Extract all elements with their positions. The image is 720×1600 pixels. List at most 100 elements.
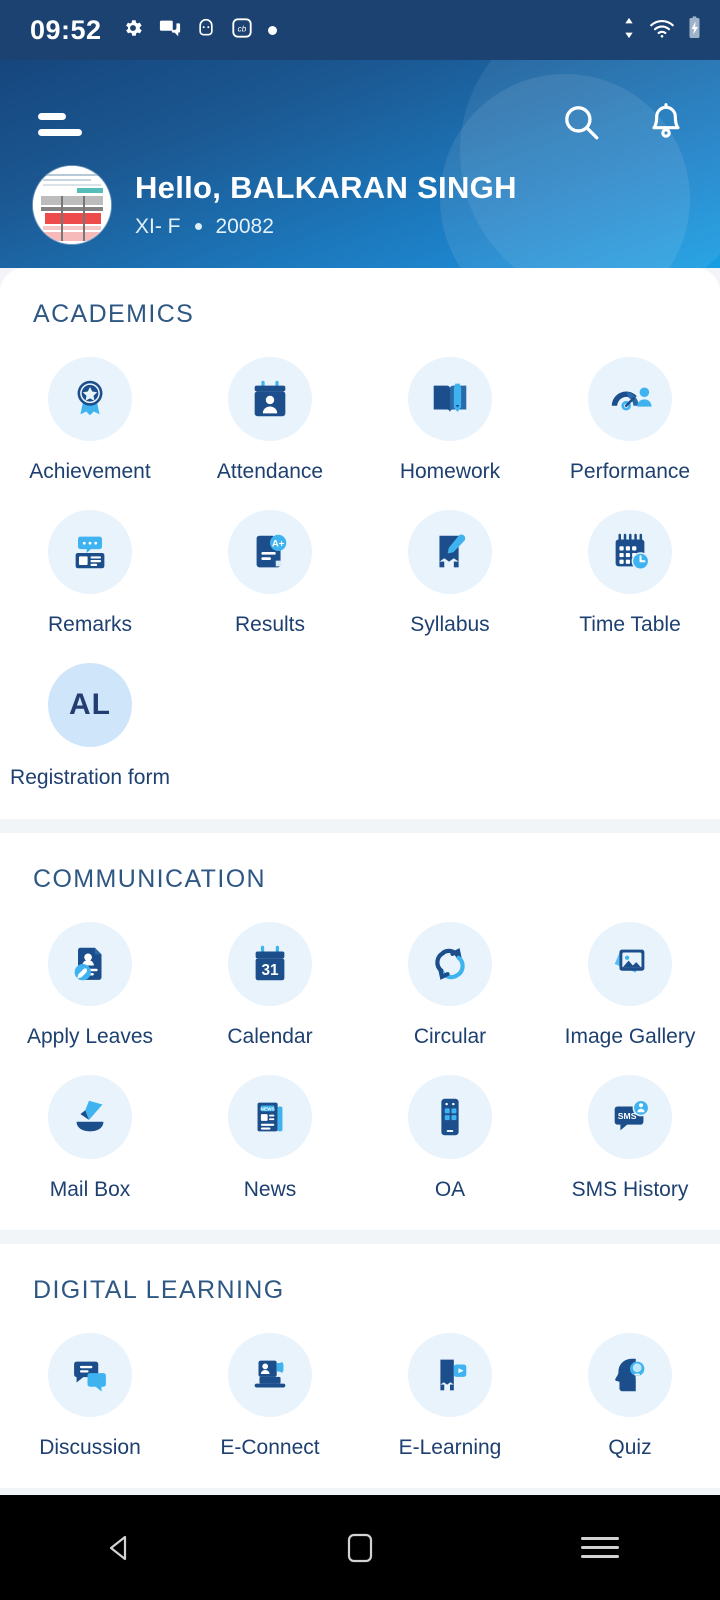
tile-calendar[interactable]: 31 Calendar	[180, 900, 360, 1049]
tile-achievement[interactable]: Achievement	[0, 335, 180, 484]
tile-registration-form[interactable]: AL Registration form	[0, 641, 180, 790]
section-communication: COMMUNICATION Apply Leaves 31 Calendar C…	[0, 832, 720, 1230]
section-divider	[0, 818, 720, 833]
android-navigation-bar	[0, 1495, 720, 1600]
head-bulb-icon	[588, 1332, 672, 1417]
tile-mail-box[interactable]: Mail Box	[0, 1053, 180, 1202]
tile-performance[interactable]: Performance	[540, 335, 720, 484]
tile-homework[interactable]: Homework	[360, 335, 540, 484]
tile-news[interactable]: NEWS News	[180, 1053, 360, 1202]
student-id: 20082	[215, 214, 274, 238]
tile-oa[interactable]: OA	[360, 1053, 540, 1202]
speedometer-person-icon	[588, 357, 672, 441]
user-summary: Hello, BALKARAN SINGH XI- F 20082	[0, 152, 720, 244]
comment-card-icon	[48, 510, 132, 595]
recents-button[interactable]	[545, 1531, 655, 1564]
book-play-icon	[408, 1332, 492, 1417]
tile-label: Apply Leaves	[26, 1024, 154, 1048]
data-transfer-icon	[621, 17, 637, 44]
class-section: XI- F	[135, 214, 181, 238]
header-actions	[560, 101, 686, 148]
tile-label: Remarks	[47, 613, 132, 637]
chat-bubbles-icon	[48, 1332, 132, 1417]
tile-remarks[interactable]: Remarks	[0, 488, 180, 637]
app-header: Hello, BALKARAN SINGH XI- F 20082	[0, 60, 720, 290]
tile-label: Circular	[413, 1024, 487, 1048]
mobile-app-icon	[408, 1074, 492, 1159]
page-title: Hello, BALKARAN SINGH	[135, 170, 517, 206]
leave-request-icon	[48, 921, 132, 1006]
tile-e-learning[interactable]: E-Learning	[360, 1311, 540, 1460]
communication-grid: Apply Leaves 31 Calendar Circular Image …	[0, 900, 720, 1202]
battery-charging-icon	[687, 15, 702, 45]
dot-icon	[267, 25, 277, 35]
tile-label: E-Learning	[398, 1435, 502, 1459]
section-divider	[0, 1229, 720, 1244]
mail-boat-icon	[48, 1074, 132, 1159]
academics-grid: Achievement Attendance Homework Performa…	[0, 335, 720, 791]
tile-results[interactable]: A+ Results	[180, 488, 360, 637]
svg-text:SMS: SMS	[618, 1111, 637, 1121]
cb-badge-icon: cb	[231, 17, 253, 44]
photo-stack-icon	[588, 921, 672, 1006]
tile-label: Attendance	[216, 460, 324, 483]
tile-sms-history[interactable]: SMS SMS History	[540, 1053, 720, 1202]
medal-ribbon-icon	[48, 357, 132, 441]
book-pen-icon	[408, 510, 492, 595]
dashboard-scroll-area[interactable]: ACADEMICS Achievement Attendance Homewor…	[0, 268, 720, 1600]
calendar-clock-icon	[588, 510, 672, 595]
bell-icon[interactable]	[646, 102, 686, 147]
header-toolbar	[0, 60, 720, 152]
sms-bubble-icon: SMS	[588, 1074, 672, 1159]
android-head-icon	[196, 17, 216, 44]
chat-bubbles-icon	[159, 17, 181, 44]
tile-label: OA	[434, 1177, 466, 1201]
tile-discussion[interactable]: Discussion	[0, 1311, 180, 1460]
video-laptop-icon	[228, 1332, 312, 1417]
tile-label: Results	[234, 613, 306, 637]
tile-label: Performance	[569, 460, 691, 483]
tile-circular[interactable]: Circular	[360, 900, 540, 1049]
tile-label: E-Connect	[220, 1435, 320, 1459]
digital-learning-grid: Discussion E-Connect E-Learning Quiz	[0, 1311, 720, 1460]
avatar[interactable]	[33, 166, 111, 244]
tile-label: Syllabus	[410, 613, 490, 637]
svg-text:A+: A+	[272, 539, 285, 550]
svg-text:31: 31	[261, 962, 279, 979]
status-bar-notification-icons: cb	[122, 17, 277, 44]
back-button[interactable]	[65, 1531, 175, 1565]
section-academics: ACADEMICS Achievement Attendance Homewor…	[0, 268, 720, 819]
home-button[interactable]	[305, 1533, 415, 1563]
tile-time-table[interactable]: Time Table	[540, 488, 720, 637]
section-title-digital-learning: DIGITAL LEARNING	[33, 1275, 285, 1304]
tile-label: Mail Box	[49, 1177, 131, 1201]
hamburger-menu-icon[interactable]	[38, 112, 84, 136]
tile-label: Achievement	[29, 460, 151, 483]
tile-label: News	[243, 1177, 297, 1201]
tile-attendance[interactable]: Attendance	[180, 335, 360, 484]
tile-syllabus[interactable]: Syllabus	[360, 488, 540, 637]
gear-icon	[122, 17, 144, 44]
wifi-icon	[649, 17, 675, 44]
initials-avatar: AL	[48, 663, 132, 748]
tile-label: Quiz	[608, 1435, 652, 1459]
tile-label: Registration form	[10, 766, 170, 790]
user-text-block: Hello, BALKARAN SINGH XI- F 20082	[135, 171, 517, 238]
tile-label: Image Gallery	[564, 1024, 696, 1048]
section-title-academics: ACADEMICS	[33, 300, 195, 328]
refresh-circular-icon	[408, 921, 492, 1006]
svg-text:cb: cb	[237, 24, 246, 33]
svg-text:NEWS: NEWS	[260, 1106, 274, 1112]
search-icon[interactable]	[560, 101, 602, 148]
tile-apply-leaves[interactable]: Apply Leaves	[0, 900, 180, 1049]
status-bar-clock: 09:52	[30, 14, 102, 45]
tile-quiz[interactable]: Quiz	[540, 1311, 720, 1460]
tile-label: Homework	[399, 460, 501, 483]
meta-separator-dot	[194, 223, 202, 231]
calendar-person-icon	[228, 357, 312, 441]
tile-image-gallery[interactable]: Image Gallery	[540, 900, 720, 1049]
user-meta: XI- F 20082	[135, 215, 517, 239]
tile-label: SMS History	[571, 1177, 689, 1201]
tile-e-connect[interactable]: E-Connect	[180, 1311, 360, 1460]
section-digital-learning: DIGITAL LEARNING Discussion E-Connect E-…	[0, 1243, 720, 1489]
